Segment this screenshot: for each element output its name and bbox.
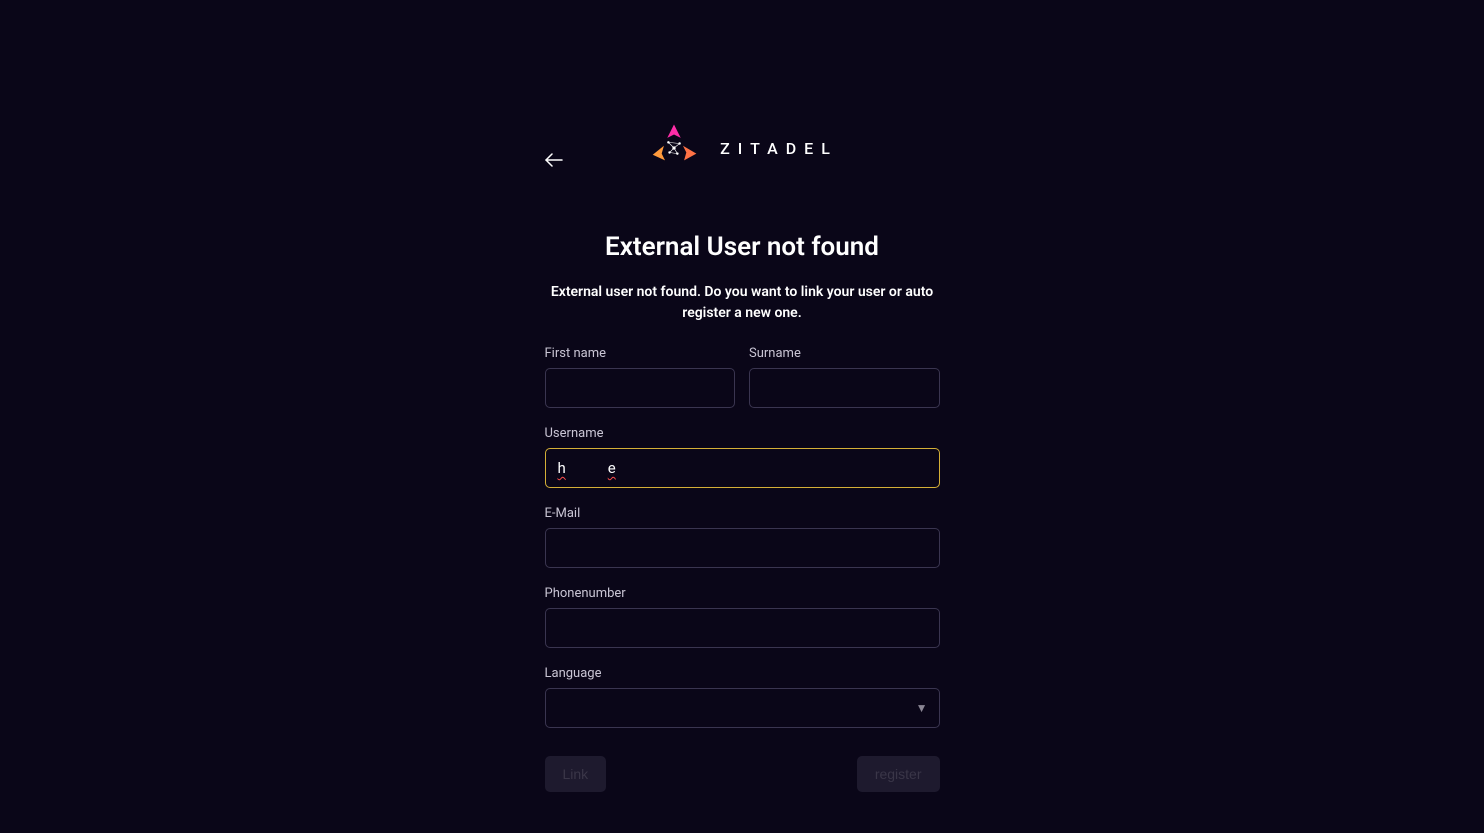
page-subtitle: External user not found. Do you want to …	[545, 282, 940, 324]
language-label: Language	[545, 666, 940, 681]
logo: ZITADEL	[545, 120, 940, 176]
username-label: Username	[545, 426, 940, 441]
first-name-label: First name	[545, 346, 736, 361]
surname-label: Surname	[749, 346, 940, 361]
surname-field[interactable]	[749, 368, 940, 408]
phone-field[interactable]	[545, 608, 940, 648]
back-arrow-icon[interactable]	[545, 148, 563, 172]
auth-card: ZITADEL External User not found External…	[545, 120, 940, 833]
username-field[interactable]: h e	[545, 448, 940, 488]
email-label: E-Mail	[545, 506, 940, 521]
first-name-field[interactable]	[545, 368, 736, 408]
username-part2: e	[608, 459, 616, 477]
logo-text: ZITADEL	[720, 139, 838, 158]
register-button[interactable]: register	[857, 756, 940, 792]
link-button[interactable]: Link	[545, 756, 607, 792]
email-field[interactable]	[545, 528, 940, 568]
logo-mark-icon	[646, 120, 702, 176]
page-title: External User not found	[545, 232, 940, 262]
language-select[interactable]	[545, 688, 940, 728]
phone-label: Phonenumber	[545, 586, 940, 601]
username-part1: h	[558, 459, 566, 477]
